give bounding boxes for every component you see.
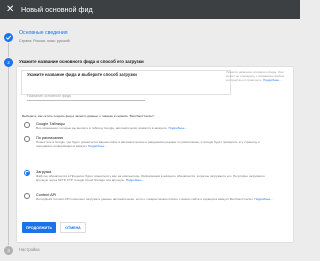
option-desc-content-api: Интерфейс Content API позволяет загружат… xyxy=(36,197,276,202)
step-1-subtitle: Страна: Россия, язык: русский xyxy=(19,39,70,43)
feed-name-help: Укажите название основного фида. Оно мож… xyxy=(226,70,288,82)
radio-upload[interactable] xyxy=(24,170,30,176)
step-2-card: Укажите название фида и выберите способ … xyxy=(17,67,293,242)
feed-name-label: Укажите название фида и выберите способ … xyxy=(27,72,137,77)
top-bar: ✕ Новый основной фид xyxy=(0,0,300,19)
stepper-line xyxy=(8,67,9,245)
option-link[interactable]: Подробнее... xyxy=(88,144,107,148)
step-3-number: 3 xyxy=(4,246,13,255)
step-3-title: Настройка xyxy=(19,247,40,252)
step-2-number: 2 xyxy=(4,58,13,67)
option-desc-text: Файл не обновляется в Пределах будет хра… xyxy=(36,174,265,182)
continue-button[interactable]: ПРОДОЛЖИТЬ xyxy=(22,222,56,233)
stepper-line xyxy=(8,43,9,57)
option-desc-text: Интерфейс Content API позволяет загружат… xyxy=(36,197,254,201)
step-2-title: Укажите название основного фида и способ… xyxy=(19,59,144,64)
step-complete-icon xyxy=(4,33,13,42)
radio-scheduled-fetch[interactable] xyxy=(24,136,30,142)
radio-content-api[interactable] xyxy=(24,193,30,199)
page-title: Новый основной фид xyxy=(21,5,93,14)
option-link[interactable]: Подробнее... xyxy=(126,178,145,182)
method-intro: Выберите, как сетите создать фид и запас… xyxy=(22,114,155,118)
option-desc-text: Поместите в Google, где будет храниться … xyxy=(36,140,260,148)
option-desc-upload: Файл не обновляется в Пределах будет хра… xyxy=(36,174,276,183)
option-desc-scheduled-fetch: Поместите в Google, где будет храниться … xyxy=(36,140,276,149)
cancel-button[interactable]: ОТМЕНА xyxy=(60,222,86,233)
step-1-title[interactable]: Основные сведения xyxy=(19,30,68,36)
feed-name-help-link[interactable]: Подробнее... xyxy=(263,78,282,82)
close-icon[interactable]: ✕ xyxy=(6,1,14,18)
feed-name-input[interactable] xyxy=(27,92,145,101)
radio-google-sheets[interactable] xyxy=(24,122,30,128)
option-link[interactable]: Подробнее... xyxy=(169,126,188,130)
option-desc-text: Все изменения, которые вы вносите в табл… xyxy=(36,126,168,130)
option-link[interactable]: Подробнее... xyxy=(254,197,273,201)
option-desc-google-sheets: Все изменения, которые вы вносите в табл… xyxy=(36,126,276,131)
